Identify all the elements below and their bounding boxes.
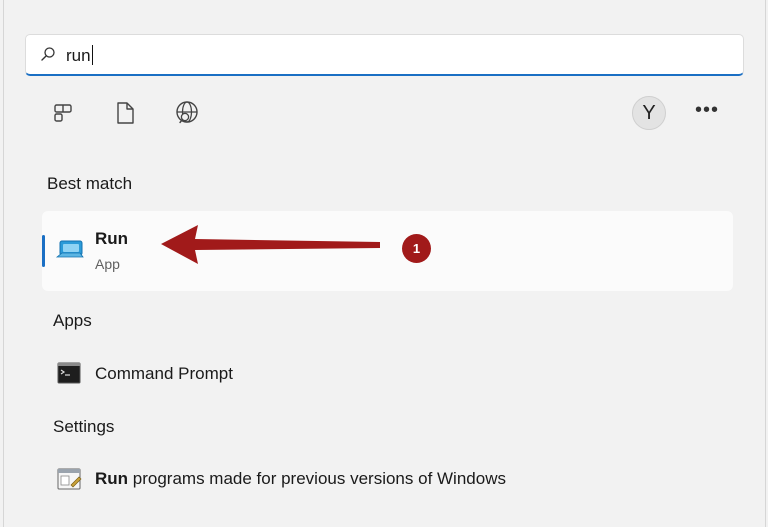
search-box[interactable]: run [25, 34, 744, 76]
list-item-run-compat[interactable]: Run programs made for previous versions … [42, 458, 733, 500]
label-rest: programs made for previous versions of W… [128, 469, 506, 488]
apps-icon[interactable] [46, 96, 80, 130]
settings-heading: Settings [53, 417, 115, 436]
selection-indicator [42, 235, 45, 267]
apps-heading: Apps [53, 311, 92, 330]
document-icon[interactable] [108, 96, 142, 130]
avatar[interactable]: Y [632, 96, 666, 130]
label-match-bold: Run [95, 469, 129, 488]
list-item-command-prompt[interactable]: Command Prompt [42, 352, 733, 394]
more-options-icon[interactable]: ••• [692, 100, 722, 126]
search-icon [41, 47, 55, 61]
best-match-subtitle: App [95, 256, 120, 272]
best-match-heading: Best match [47, 174, 133, 193]
run-app-icon [56, 240, 84, 258]
annotation-arrow [161, 225, 380, 264]
best-match-title: Run [95, 229, 129, 248]
compatibility-troubleshooter-icon [57, 468, 82, 490]
step-badge: 1 [402, 234, 431, 263]
list-item-label: Command Prompt [95, 364, 233, 383]
list-item-label: Run programs made for previous versions … [95, 469, 506, 489]
text-caret [91, 45, 93, 65]
best-match-result[interactable]: Run App [42, 211, 733, 291]
web-search-icon[interactable] [170, 96, 204, 130]
search-input[interactable]: run [66, 45, 93, 66]
start-search-panel: run Y ••• Best match Run App 1 Apps Comm… [0, 0, 768, 527]
command-prompt-icon [57, 362, 81, 384]
